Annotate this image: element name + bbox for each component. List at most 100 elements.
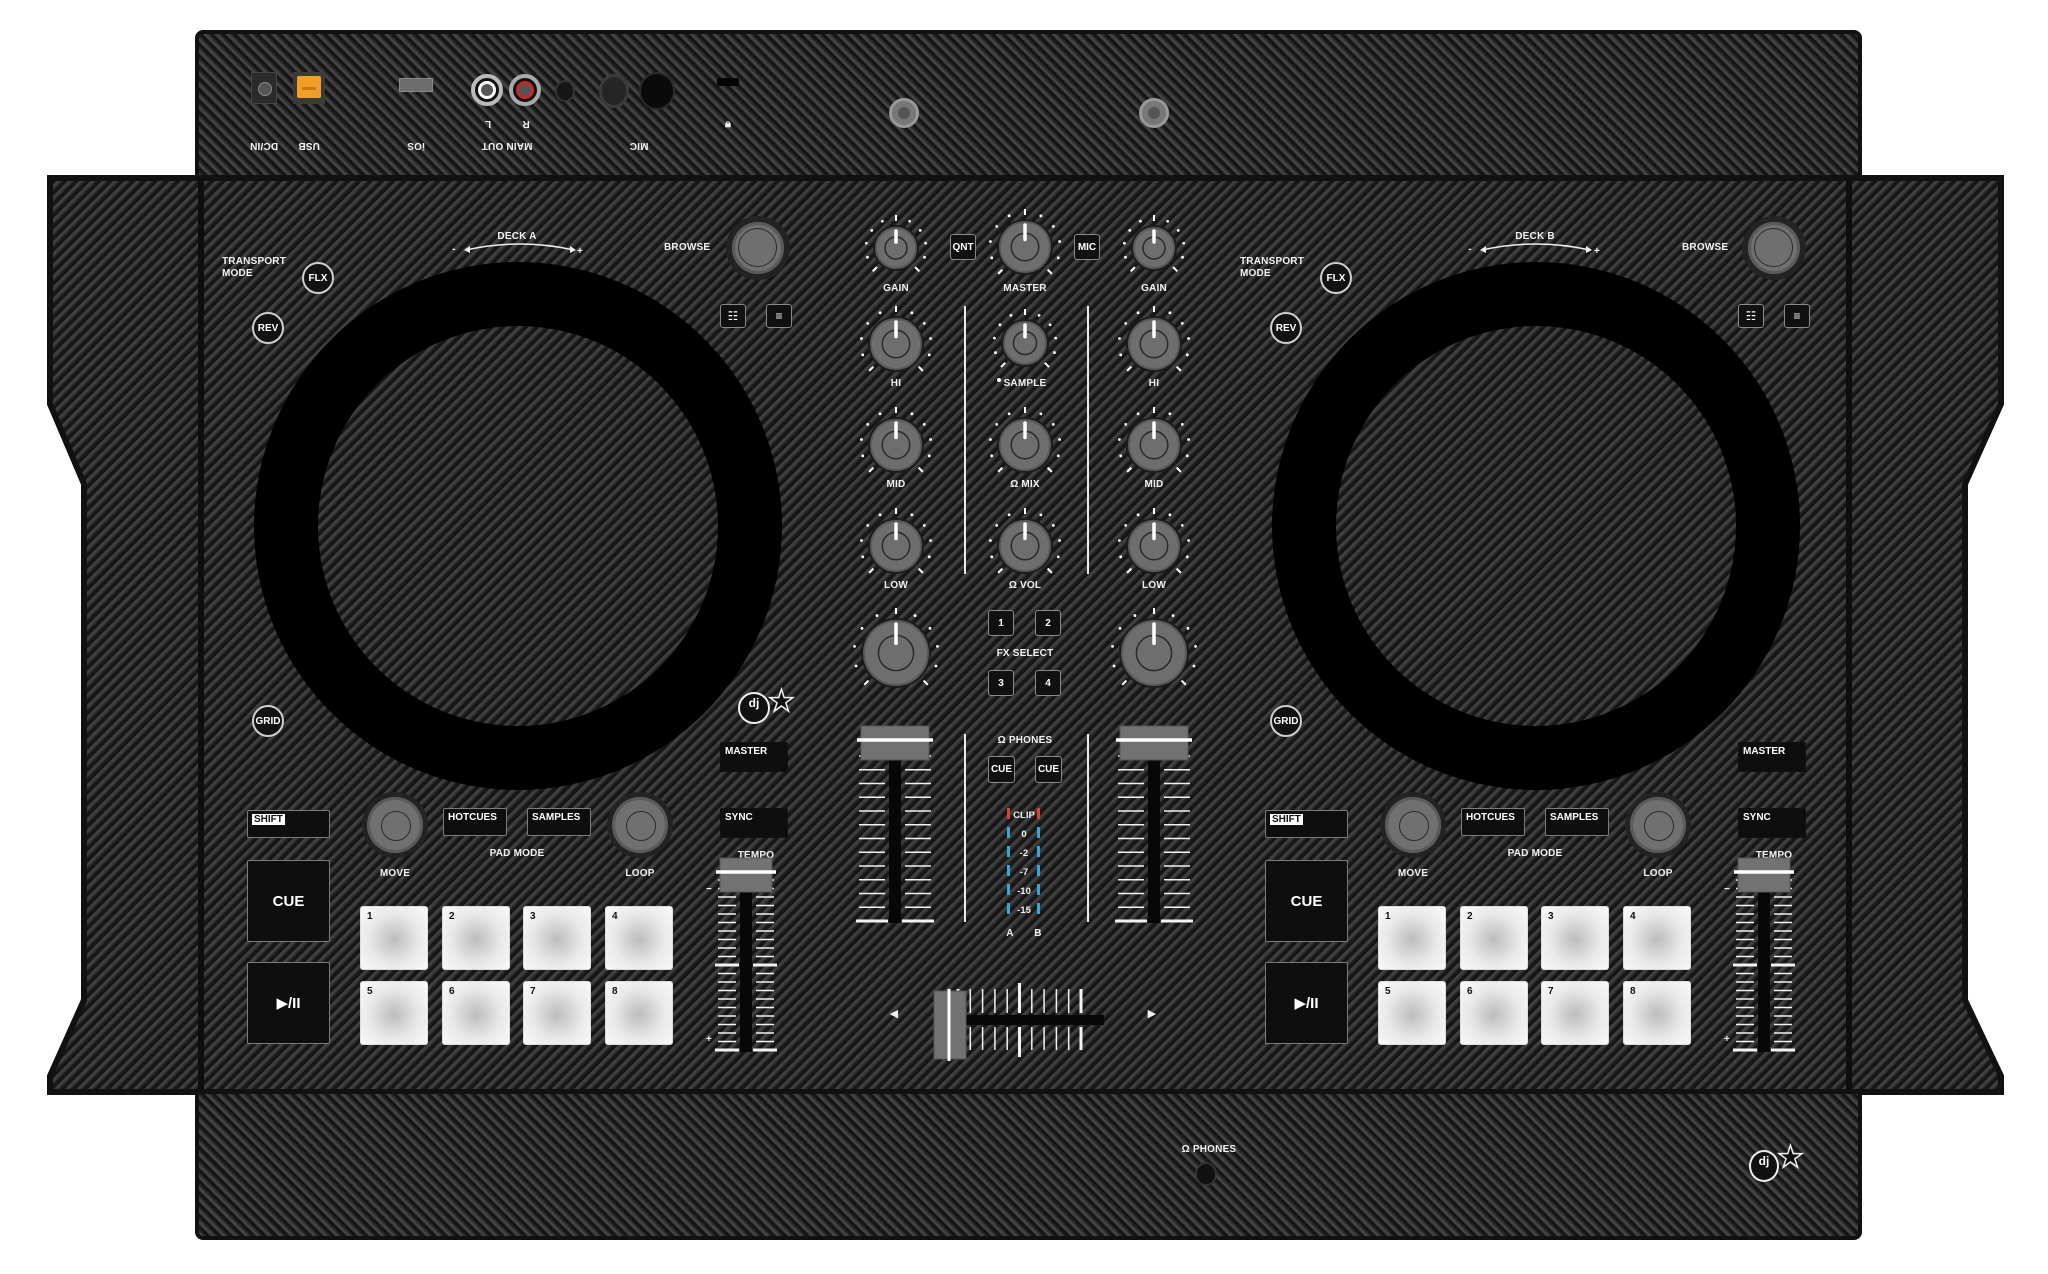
hi-b-knob[interactable] — [1111, 301, 1197, 387]
fader-cap[interactable] — [719, 857, 773, 893]
tempo-fader-deck-b[interactable] — [1726, 852, 1802, 1062]
fx-select-1-button[interactable]: 1 — [988, 610, 1014, 636]
sync-button[interactable]: SYNC — [1738, 808, 1806, 838]
pad-7[interactable]: 7 — [1541, 981, 1609, 1045]
qnt-button[interactable]: QNT — [950, 234, 976, 260]
shift-button[interactable]: SHIFT — [1265, 810, 1348, 838]
knob-tick — [1007, 412, 1011, 416]
view-button[interactable]: ≡ — [766, 304, 792, 328]
pad-4[interactable]: 4 — [1623, 906, 1691, 970]
crossfader-right-arrow-icon: ▶ — [1147, 1008, 1157, 1020]
fx-select-2-button[interactable]: 2 — [1035, 610, 1061, 636]
knob-tick — [868, 567, 875, 574]
mic-button[interactable]: MIC — [1074, 234, 1100, 260]
filter-a-knob[interactable] — [846, 603, 946, 703]
hi-a-knob[interactable] — [853, 301, 939, 387]
move-encoder[interactable] — [362, 792, 428, 858]
knob-tick — [1058, 539, 1061, 542]
knob-tick — [995, 225, 999, 228]
phones-mix-knob[interactable] — [982, 402, 1068, 488]
fx-select-4-button[interactable]: 4 — [1035, 670, 1061, 696]
fader-cap[interactable] — [1119, 725, 1189, 761]
fader-cap[interactable] — [860, 725, 930, 761]
knob-tick — [1180, 679, 1187, 686]
mid-b-knob[interactable] — [1111, 402, 1197, 488]
channel-fader-a[interactable] — [849, 725, 941, 933]
knob-tick — [1007, 513, 1011, 517]
samples-button[interactable]: SAMPLES — [527, 808, 591, 836]
pad-4[interactable]: 4 — [605, 906, 673, 970]
low-a-knob[interactable] — [853, 503, 939, 589]
master-button[interactable]: MASTER — [1738, 742, 1806, 772]
pad-6[interactable]: 6 — [1460, 981, 1528, 1045]
pad-5[interactable]: 5 — [360, 981, 428, 1045]
fx-select-3-button[interactable]: 3 — [988, 670, 1014, 696]
knob-tick — [1192, 664, 1196, 668]
master-knob[interactable] — [982, 204, 1068, 290]
knob-tick — [1058, 438, 1061, 441]
shift-button[interactable]: SHIFT — [247, 810, 330, 838]
knob-tick — [910, 311, 914, 315]
jog-wheel-platter[interactable] — [1272, 262, 1800, 790]
gain-b-knob[interactable] — [1116, 210, 1192, 286]
samples-button[interactable]: SAMPLES — [1545, 808, 1609, 836]
load-to-deck-button[interactable]: ☷ — [720, 304, 746, 328]
phones-label: Ω PHONES — [997, 735, 1053, 746]
meter-label: -10 — [1017, 886, 1031, 897]
playlist-add-icon: ☷ — [1745, 309, 1757, 323]
pad-8[interactable]: 8 — [605, 981, 673, 1045]
low-a-label: LOW — [884, 580, 908, 591]
phones-vol-knob[interactable] — [982, 503, 1068, 589]
loop-encoder[interactable] — [1625, 792, 1691, 858]
knob-tick — [989, 539, 992, 542]
hotcues-button[interactable]: HOTCUES — [443, 808, 507, 836]
sync-button[interactable]: SYNC — [720, 808, 788, 838]
knob-tick — [997, 466, 1004, 473]
cue-a-button[interactable]: CUE — [988, 756, 1015, 783]
pad-7[interactable]: 7 — [523, 981, 591, 1045]
pad-6[interactable]: 6 — [442, 981, 510, 1045]
play-pause-button[interactable]: ▶/II — [247, 962, 330, 1044]
knob-tick — [1118, 626, 1122, 630]
browse-encoder[interactable] — [1742, 216, 1806, 280]
tempo-fader-deck-a[interactable] — [708, 852, 784, 1062]
mid-a-knob[interactable] — [853, 402, 939, 488]
channel-fader-b[interactable] — [1108, 725, 1200, 933]
load-to-deck-button[interactable]: ☷ — [1738, 304, 1764, 328]
low-b-knob[interactable] — [1111, 503, 1197, 589]
move-label: MOVE — [1397, 868, 1429, 879]
knob-tick — [997, 268, 1004, 275]
cue-button[interactable]: CUE — [247, 860, 330, 942]
pad-5[interactable]: 5 — [1378, 981, 1446, 1045]
knob-tick — [1126, 567, 1133, 574]
crossfader-track[interactable] — [926, 975, 1126, 1065]
pad-1[interactable]: 1 — [1378, 906, 1446, 970]
meter-label: -15 — [1017, 905, 1031, 916]
master-button[interactable]: MASTER — [720, 742, 788, 772]
filter-b-knob[interactable] — [1104, 603, 1204, 703]
gain-a-knob[interactable] — [858, 210, 934, 286]
cue-button[interactable]: CUE — [1265, 860, 1348, 942]
meter-led — [1037, 865, 1040, 876]
jog-wheel-platter[interactable] — [254, 262, 782, 790]
pad-1[interactable]: 1 — [360, 906, 428, 970]
pitch-plus-label: + — [576, 246, 584, 257]
move-encoder[interactable] — [1380, 792, 1446, 858]
play-pause-button[interactable]: ▶/II — [1265, 962, 1348, 1044]
meter-label: 0 — [1021, 829, 1026, 840]
knob-tick — [1136, 513, 1140, 517]
hotcues-button[interactable]: HOTCUES — [1461, 808, 1525, 836]
pad-8[interactable]: 8 — [1623, 981, 1691, 1045]
pad-3[interactable]: 3 — [1541, 906, 1609, 970]
knob-tick — [880, 219, 884, 223]
view-button[interactable]: ≡ — [1784, 304, 1810, 328]
cue-b-button[interactable]: CUE — [1035, 756, 1062, 783]
browse-encoder[interactable] — [726, 216, 790, 280]
channel-divider — [1087, 734, 1089, 922]
pad-2[interactable]: 2 — [442, 906, 510, 970]
pad-3[interactable]: 3 — [523, 906, 591, 970]
sample-knob[interactable] — [986, 304, 1064, 382]
loop-encoder[interactable] — [607, 792, 673, 858]
fader-cap[interactable] — [1737, 857, 1791, 893]
pad-2[interactable]: 2 — [1460, 906, 1528, 970]
